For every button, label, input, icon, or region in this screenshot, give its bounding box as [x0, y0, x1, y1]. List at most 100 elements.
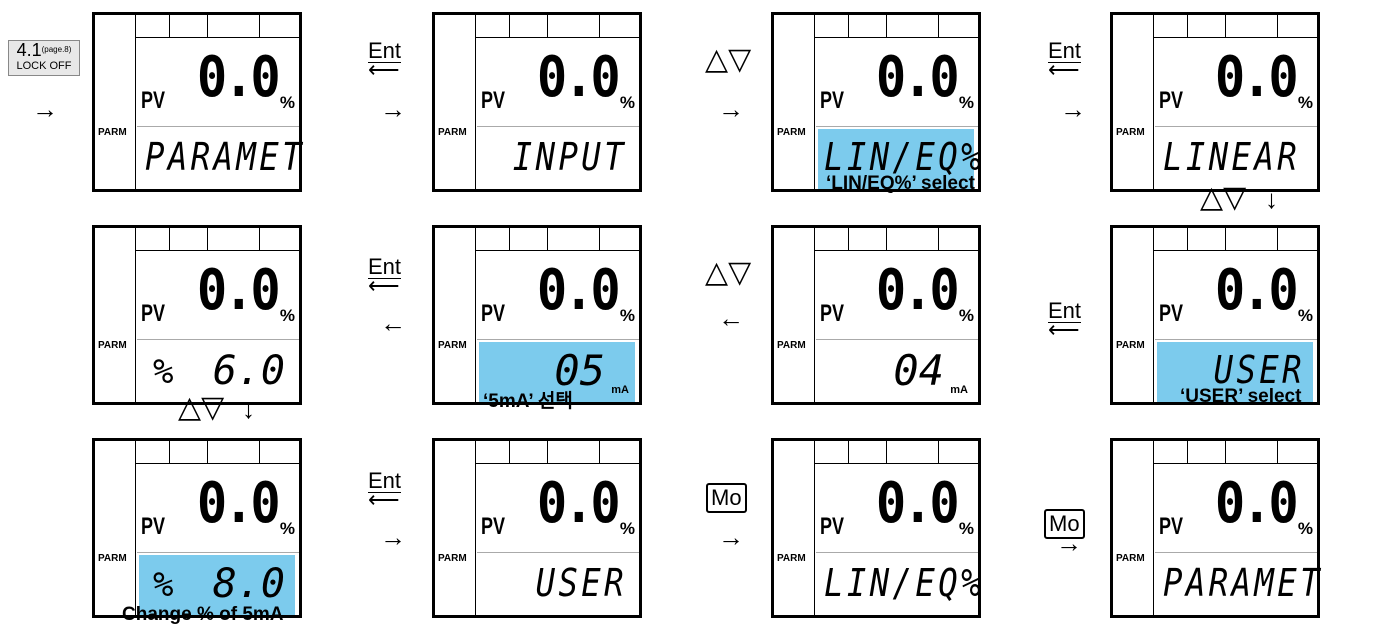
reference-number: 4.1	[16, 40, 42, 60]
parm-label: PARM	[777, 553, 806, 564]
lcd-screen: PV 0.0% PARM LINEAR	[1110, 12, 1320, 192]
lcd-screen: PV 0.0% PARM PARAMET	[92, 12, 302, 192]
parm-label: PARM	[1116, 553, 1145, 564]
lcd-top-segments	[1153, 228, 1317, 251]
lcd-screen: PV 0.0% PARM INPUT	[432, 12, 642, 192]
percent-unit: %	[958, 93, 974, 112]
pv-label: PV	[820, 513, 845, 540]
lcd-separator	[816, 552, 978, 553]
flow-arrow-right: →	[1056, 528, 1082, 558]
lcd-screen: PV 0.0% PARM 04 mA	[771, 225, 981, 405]
parm-label: PARM	[98, 340, 127, 351]
parm-label: PARM	[777, 340, 806, 351]
pv-label: PV	[1159, 513, 1184, 540]
lcd-line: PARAMET	[1157, 555, 1320, 615]
lcd-divider	[814, 15, 815, 189]
lcd-divider	[814, 441, 815, 615]
flow-arrow-left: ←	[718, 303, 744, 333]
pv-label: PV	[141, 300, 166, 327]
lcd-separator	[477, 339, 639, 340]
lcd-separator	[477, 126, 639, 127]
lcd-line-unit: mA	[950, 384, 968, 396]
lcd-screen: PV 0.0% PARM% 6.0	[92, 225, 302, 405]
pv-value: 0.0	[875, 258, 960, 323]
pv-label: PV	[1159, 300, 1184, 327]
percent-unit: %	[619, 519, 635, 538]
ent-key: Ent ⟵	[368, 38, 402, 82]
pv-value: 0.0	[1214, 258, 1299, 323]
flow-arrow-left: ←	[380, 308, 406, 338]
flow-arrow-right: →	[380, 94, 406, 124]
parm-label: PARM	[438, 553, 467, 564]
lcd-top-segments	[135, 441, 299, 464]
parm-label: PARM	[98, 553, 127, 564]
pv-label: PV	[820, 87, 845, 114]
mo-key: Mo	[706, 483, 747, 513]
flow-arrow-down: ↓	[1265, 184, 1278, 214]
flow-arrow-right: →	[32, 94, 58, 124]
lcd-divider	[1153, 15, 1154, 189]
lcd-divider	[475, 441, 476, 615]
pv-label: PV	[481, 87, 506, 114]
caption-lin-eq: ‘LIN/EQ%’ select	[826, 173, 975, 194]
updown-key: △▽	[1200, 181, 1247, 214]
parm-label: PARM	[1116, 340, 1145, 351]
reference-page: (page.8)	[41, 45, 72, 54]
reference-badge: 4.1(page.8) LOCK OFF	[8, 40, 80, 76]
pv-label: PV	[141, 87, 166, 114]
lcd-line: LINEAR	[1157, 129, 1313, 189]
lcd-divider	[135, 15, 136, 189]
ent-key: Ent ⟵	[1048, 298, 1082, 342]
pv-label: PV	[481, 300, 506, 327]
lcd-line: INPUT	[479, 129, 635, 189]
pv-value: 0.0	[875, 471, 960, 536]
caption-5ma: ‘5mA’ 선택	[483, 391, 573, 412]
lcd-line-percent: %	[153, 565, 174, 605]
caption-user: ‘USER’ select	[1180, 386, 1302, 407]
reference-label: LOCK OFF	[16, 60, 72, 72]
lcd-line-value: 8.0	[212, 561, 285, 607]
ent-key: Ent ⟵	[1048, 38, 1082, 82]
flow-arrow-right: →	[718, 522, 744, 552]
lcd-separator	[1155, 339, 1317, 340]
lcd-separator	[137, 126, 299, 127]
lcd-line-text: LINEAR	[1163, 135, 1301, 179]
lcd-line-value: 6.0	[212, 348, 285, 394]
lcd-top-segments	[814, 441, 978, 464]
pv-value: 0.0	[196, 45, 281, 110]
lcd-screen: PV 0.0% PARM% 8.0	[92, 438, 302, 618]
pv-value: 0.0	[536, 45, 621, 110]
lcd-line: USER	[479, 555, 635, 615]
percent-unit: %	[279, 519, 295, 538]
lcd-top-segments	[814, 15, 978, 38]
parm-label: PARM	[98, 127, 127, 138]
lcd-divider	[135, 228, 136, 402]
ent-key: Ent ⟵	[368, 468, 402, 512]
pv-value: 0.0	[875, 45, 960, 110]
lcd-separator	[816, 126, 978, 127]
pv-value: 0.0	[196, 471, 281, 536]
lcd-top-segments	[475, 15, 639, 38]
updown-key: △▽	[178, 391, 225, 424]
flow-arrow-down: ↓	[242, 394, 255, 424]
lcd-separator	[1155, 126, 1317, 127]
lcd-separator	[477, 552, 639, 553]
lcd-line-unit: mA	[611, 384, 629, 396]
percent-unit: %	[1297, 306, 1313, 325]
lcd-top-segments	[1153, 441, 1317, 464]
lcd-top-segments	[475, 228, 639, 251]
lcd-line-text: USER	[535, 561, 627, 605]
parm-label: PARM	[438, 127, 467, 138]
lcd-top-segments	[135, 228, 299, 251]
lcd-separator	[1155, 552, 1317, 553]
pv-value: 0.0	[1214, 471, 1299, 536]
pv-label: PV	[141, 513, 166, 540]
lcd-divider	[1153, 228, 1154, 402]
caption-change: Change % of 5mA	[122, 604, 284, 625]
lcd-divider	[475, 228, 476, 402]
parm-label: PARM	[777, 127, 806, 138]
lcd-line-text: PARAMET	[145, 135, 305, 179]
lcd-line-text: INPUT	[512, 135, 627, 179]
pv-value: 0.0	[536, 258, 621, 323]
parm-label: PARM	[438, 340, 467, 351]
